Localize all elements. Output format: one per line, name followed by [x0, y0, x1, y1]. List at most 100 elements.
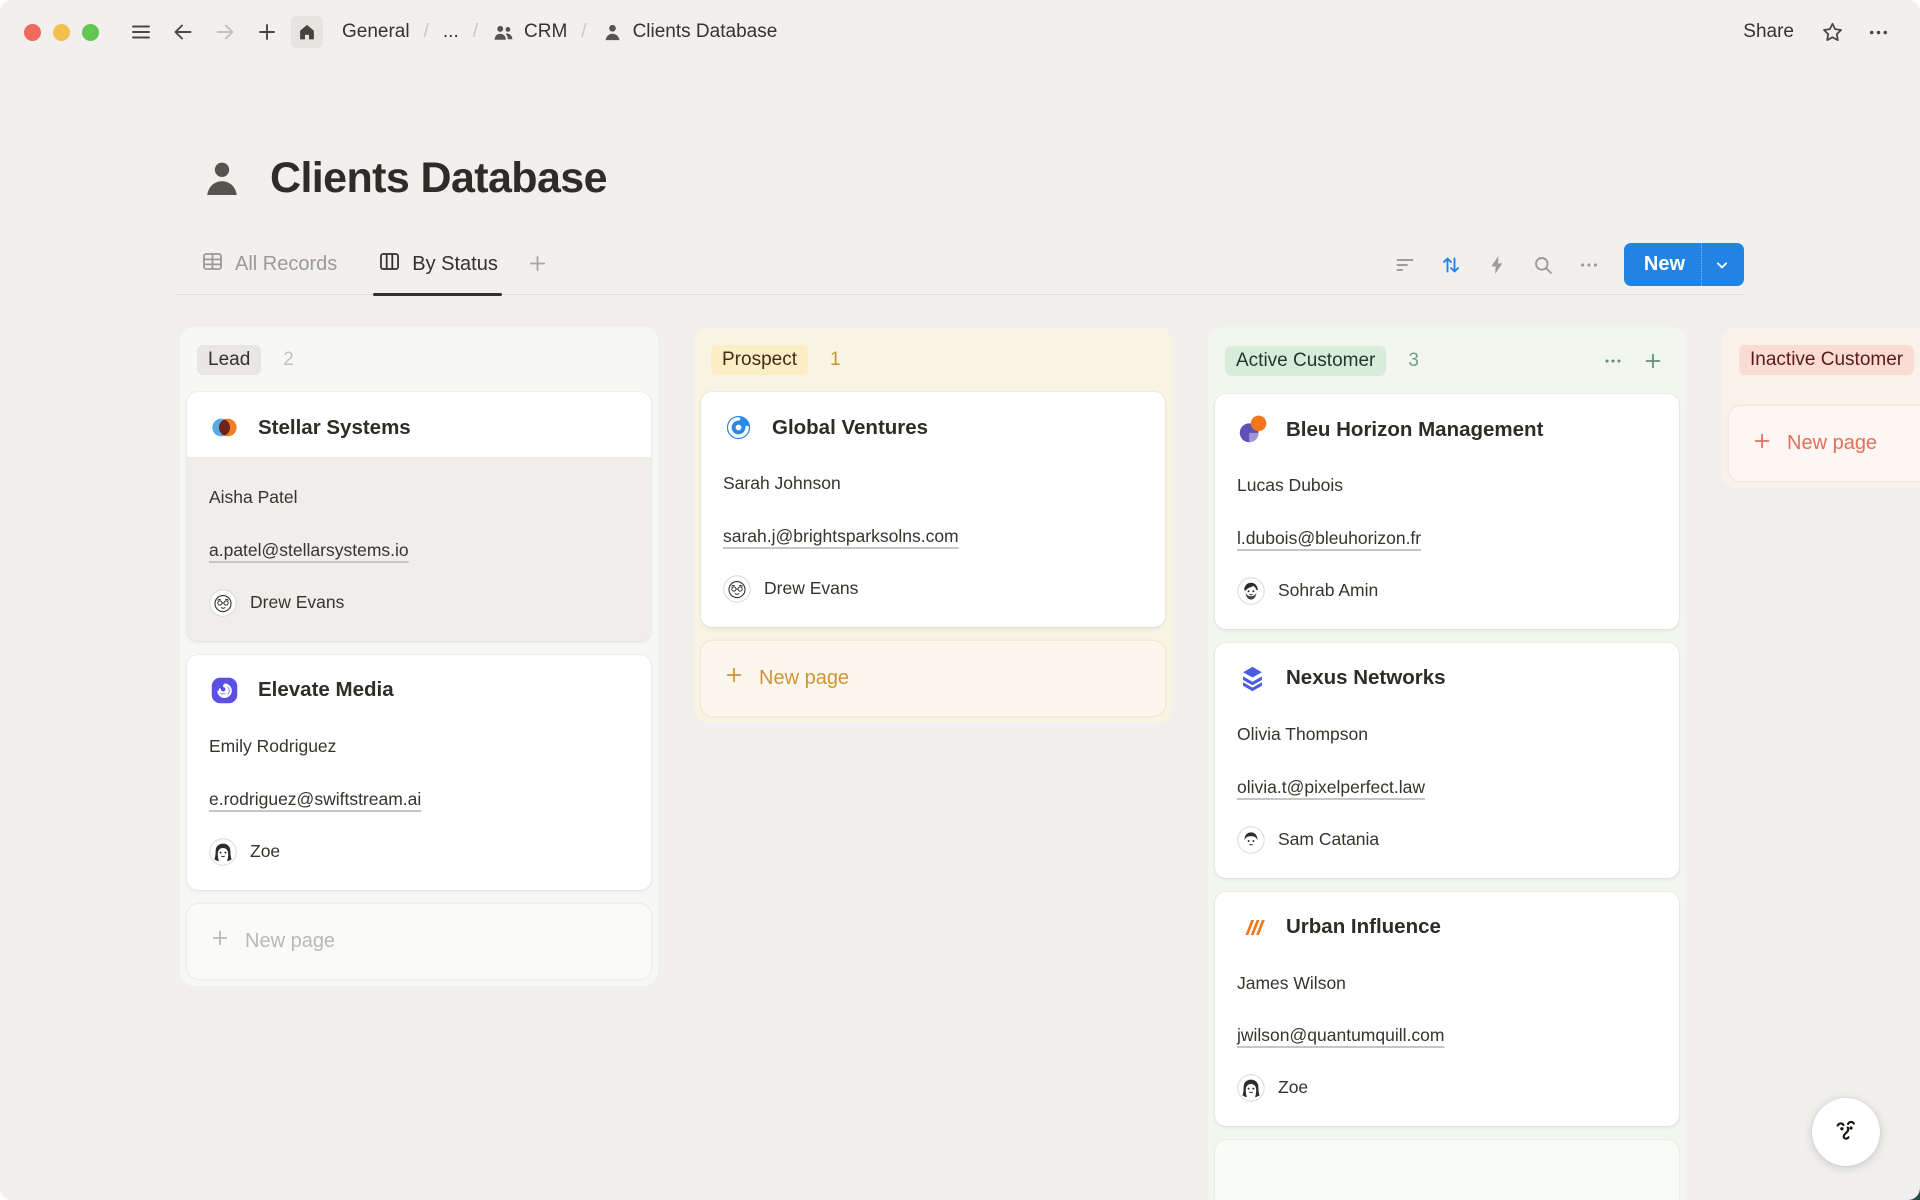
automation-bolt-icon[interactable]	[1478, 246, 1516, 284]
add-view-icon[interactable]	[522, 252, 553, 294]
people-icon	[492, 21, 515, 44]
card-owner-row: Sam Catania	[1237, 826, 1657, 854]
card-owner-row: Sohrab Amin	[1237, 577, 1657, 605]
avatar-drew	[723, 575, 751, 603]
avatar-sohrab	[1237, 577, 1265, 605]
status-pill-active[interactable]: Active Customer	[1225, 346, 1386, 376]
new-tab-icon[interactable]	[249, 14, 285, 50]
card-owner-row: Zoe	[1237, 1074, 1657, 1102]
column-add-card-icon[interactable]	[1637, 345, 1669, 377]
card-title: Global Ventures	[772, 416, 928, 440]
client-card[interactable]: Elevate Media Emily Rodriguez e.rodrigue…	[187, 655, 651, 890]
breadcrumb: General / ... / CRM / Clients Database	[337, 18, 782, 47]
card-owner-row: Drew Evans	[723, 575, 1143, 603]
forward-icon[interactable]	[207, 14, 243, 50]
card-owner-name: Sohrab Amin	[1278, 580, 1378, 602]
breadcrumb-clients-database[interactable]: Clients Database	[596, 18, 783, 47]
card-email-link[interactable]: olivia.t@pixelperfect.law	[1237, 777, 1425, 799]
view-more-icon[interactable]	[1570, 246, 1608, 284]
client-card[interactable]: Urban Influence James Wilson jwilson@qua…	[1215, 892, 1679, 1127]
page-title: Clients Database	[270, 154, 607, 203]
card-email-link[interactable]: sarah.j@brightsparksolns.com	[723, 526, 959, 548]
person-icon	[601, 21, 624, 44]
column-more-icon[interactable]	[1597, 345, 1629, 377]
status-pill-prospect[interactable]: Prospect	[711, 345, 808, 375]
avatar-drew	[209, 589, 237, 617]
circles-icon	[1237, 414, 1268, 445]
stack-icon	[1237, 663, 1268, 694]
card-email-link[interactable]: l.dubois@bleuhorizon.fr	[1237, 528, 1421, 550]
card-email-link[interactable]: jwilson@quantumquill.com	[1237, 1025, 1444, 1047]
client-card[interactable]: Nexus Networks Olivia Thompson olivia.t@…	[1215, 643, 1679, 878]
card-owner-name: Zoe	[1278, 1077, 1308, 1099]
card-owner-row: Zoe	[209, 838, 629, 866]
card-owner-row: Drew Evans	[209, 589, 629, 617]
breadcrumb-crm[interactable]: CRM	[487, 18, 572, 47]
back-icon[interactable]	[165, 14, 201, 50]
new-page-button[interactable]: New page	[187, 904, 651, 979]
card-contact-name: Lucas Dubois	[1237, 475, 1657, 497]
breadcrumb-general[interactable]: General	[337, 18, 415, 46]
sidebar-toggle-icon[interactable]	[123, 14, 159, 50]
ai-face-icon	[1826, 1110, 1866, 1155]
breadcrumb-ellipsis[interactable]: ...	[438, 18, 464, 46]
new-button-label[interactable]: New	[1624, 253, 1701, 276]
window-controls	[24, 24, 99, 41]
column-count: 1	[830, 349, 841, 371]
top-bar: General / ... / CRM / Clients Database S…	[0, 0, 1920, 64]
filter-icon[interactable]	[1386, 246, 1424, 284]
card-title: Urban Influence	[1286, 915, 1441, 939]
status-pill-lead[interactable]: Lead	[197, 345, 261, 375]
view-toolbar: New	[1386, 243, 1744, 294]
card-title: Nexus Networks	[1286, 666, 1446, 690]
card-owner-name: Sam Catania	[1278, 829, 1379, 851]
view-tabs-row: All Records By Status	[176, 243, 1744, 295]
swirl-icon	[723, 412, 754, 443]
tab-all-records[interactable]: All Records	[198, 245, 339, 294]
search-icon[interactable]	[1524, 246, 1562, 284]
column-header: Inactive Customer	[1729, 334, 1920, 392]
kanban-board: Lead 2 Stellar Systems Aisha Patel a.pat…	[176, 327, 1920, 1200]
breadcrumb-separator: /	[581, 21, 586, 43]
new-button-chevron-down-icon[interactable]	[1701, 243, 1744, 286]
card-email-link[interactable]: e.rodriguez@swiftstream.ai	[209, 789, 421, 811]
card-contact-name: Aisha Patel	[209, 487, 629, 509]
zoom-window-button[interactable]	[82, 24, 99, 41]
person-icon[interactable]	[198, 155, 246, 203]
topbar-actions: Share	[1733, 14, 1896, 50]
card-owner-name: Drew Evans	[250, 592, 344, 614]
card-contact-name: Sarah Johnson	[723, 473, 1143, 495]
new-record-button[interactable]: New	[1624, 243, 1744, 286]
more-options-icon[interactable]	[1860, 14, 1896, 50]
tab-by-status[interactable]: By Status	[375, 245, 500, 294]
table-icon	[200, 249, 225, 280]
sort-icon[interactable]	[1432, 246, 1470, 284]
column-header: Active Customer 3	[1215, 334, 1679, 394]
card-header: Nexus Networks	[1237, 663, 1657, 694]
new-page-button-peek[interactable]	[1215, 1140, 1679, 1200]
app-window: General / ... / CRM / Clients Database S…	[0, 0, 1920, 1200]
new-page-button[interactable]: New page	[1729, 406, 1920, 481]
column-count: 3	[1408, 350, 1419, 372]
page-header: Clients Database	[176, 154, 1744, 203]
client-card[interactable]: Bleu Horizon Management Lucas Dubois l.d…	[1215, 394, 1679, 629]
card-owner-name: Zoe	[250, 841, 280, 863]
minimize-window-button[interactable]	[53, 24, 70, 41]
client-card[interactable]: Stellar Systems Aisha Patel a.patel@stel…	[187, 392, 651, 641]
card-email-link[interactable]: a.patel@stellarsystems.io	[209, 540, 409, 562]
breadcrumb-separator: /	[424, 21, 429, 43]
card-header: Urban Influence	[1237, 912, 1657, 943]
home-icon[interactable]	[291, 16, 323, 48]
card-header: Bleu Horizon Management	[1237, 414, 1657, 445]
favorite-star-icon[interactable]	[1814, 14, 1850, 50]
card-title: Bleu Horizon Management	[1286, 418, 1543, 442]
card-owner-name: Drew Evans	[764, 578, 858, 600]
client-card[interactable]: Global Ventures Sarah Johnson sarah.j@br…	[701, 392, 1165, 627]
status-pill-inactive[interactable]: Inactive Customer	[1739, 345, 1914, 375]
plus-icon	[1751, 430, 1773, 458]
notion-ai-button[interactable]	[1812, 1098, 1880, 1166]
close-window-button[interactable]	[24, 24, 41, 41]
new-page-button[interactable]: New page	[701, 641, 1165, 716]
share-button[interactable]: Share	[1733, 15, 1804, 49]
avatar-zoe	[1237, 1074, 1265, 1102]
